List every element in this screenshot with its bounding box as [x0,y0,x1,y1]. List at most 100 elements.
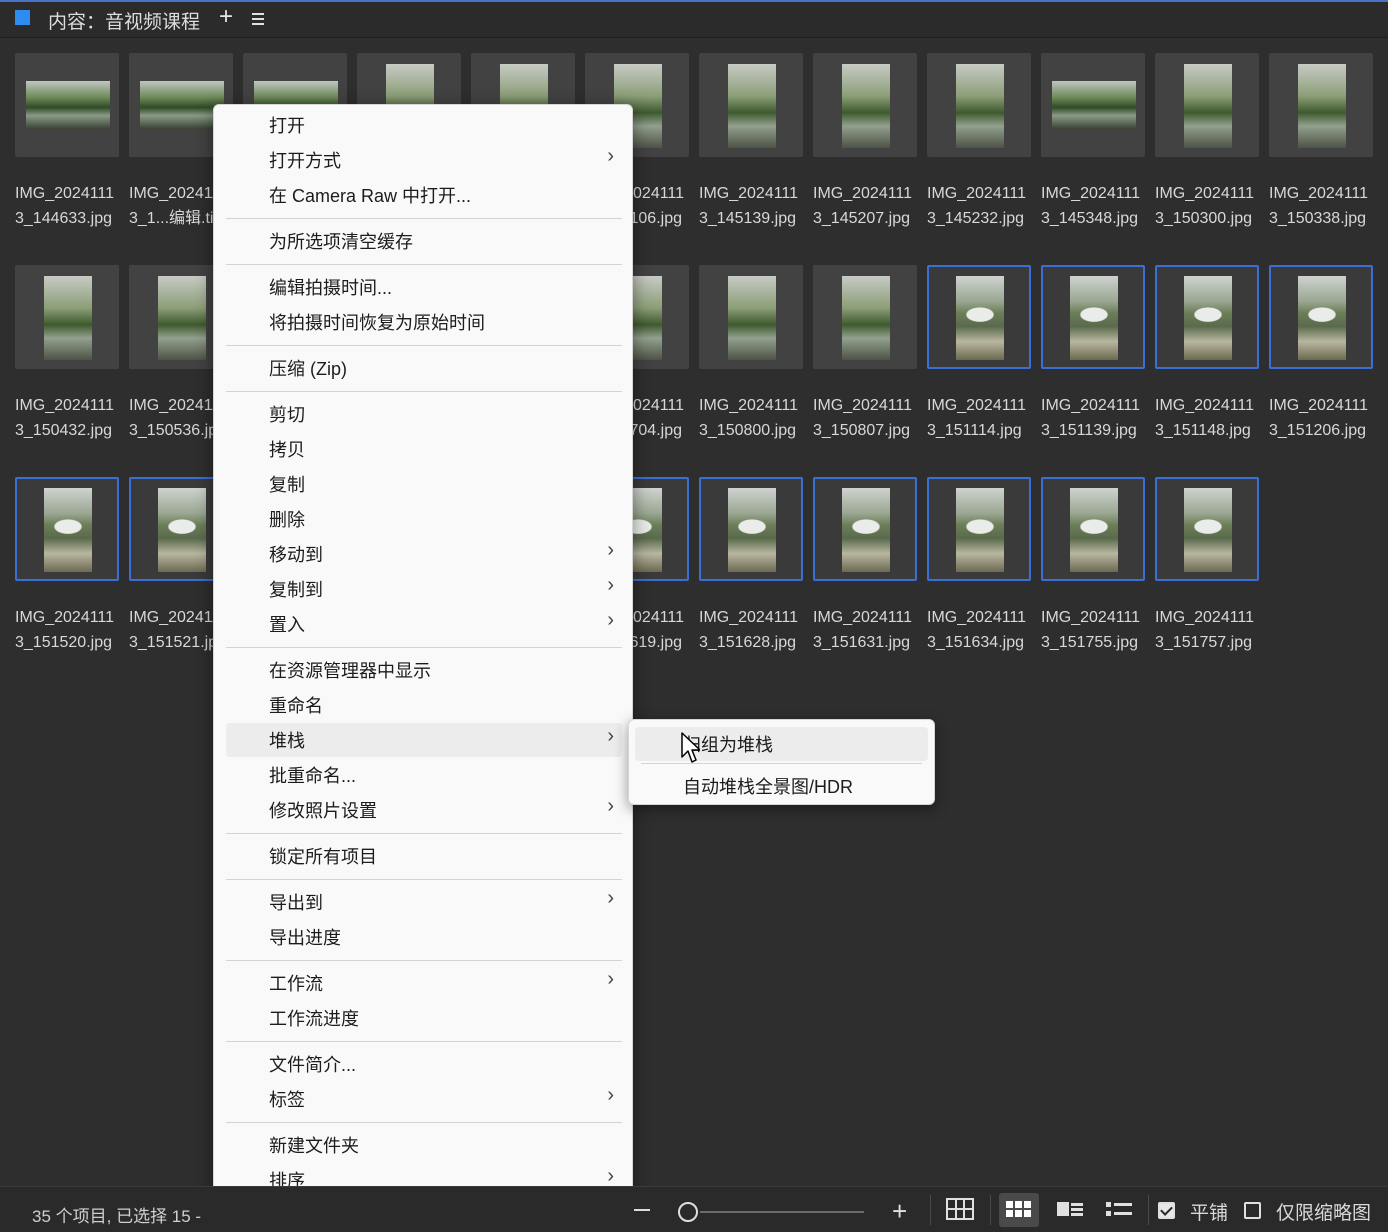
menu-item-label: 拷贝 [269,440,305,460]
file-name[interactable]: IMG_2024111 3_151634.jpg [927,605,1041,655]
thumbnail-frame[interactable] [927,477,1031,581]
context-menu-item[interactable]: 堆栈 › [226,723,622,757]
context-menu-item[interactable]: 工作流进度 [226,1001,622,1035]
file-name[interactable]: IMG_2024111 3_145207.jpg [813,181,927,231]
context-menu-item[interactable]: 拷贝 [226,432,622,466]
thumbnail-frame[interactable] [699,477,803,581]
file-name[interactable]: IMG_2024111 3_145232.jpg [927,181,1041,231]
thumbnail-frame[interactable] [1041,53,1145,157]
view-grid-lock-button[interactable] [940,1193,980,1227]
context-menu-item[interactable]: 为所选项清空缓存 [226,224,622,258]
thumbnails-only-checkbox[interactable] [1244,1202,1261,1219]
tile-checkbox[interactable] [1158,1202,1175,1219]
thumbnail-frame[interactable] [1269,53,1373,157]
thumbnail-frame[interactable] [699,53,803,157]
zoom-out-icon[interactable] [634,1209,650,1211]
context-menu-item[interactable]: 重命名 [226,688,622,722]
context-menu-item[interactable]: 编辑拍摄时间... [226,270,622,304]
panel-color-icon [15,10,30,25]
context-menu-item[interactable]: 在 Camera Raw 中打开... [226,178,622,212]
file-name-line: 3_151139.jpg [1041,422,1137,439]
thumbnail-frame[interactable] [1155,53,1259,157]
file-name[interactable]: IMG_2024111 3_151148.jpg [1155,393,1269,443]
thumbnail-frame[interactable] [15,477,119,581]
context-menu-item[interactable]: 打开方式 › [226,143,622,177]
panel-menu-icon[interactable] [252,13,264,25]
file-name[interactable]: IMG_2024111 3_145139.jpg [699,181,813,231]
file-name[interactable]: IMG_2024111 3_151139.jpg [1041,393,1155,443]
add-tab-button[interactable]: + [219,3,233,31]
context-menu-item[interactable]: 导出进度 [226,920,622,954]
context-menu-item[interactable]: 复制到 › [226,572,622,606]
content-panel-header: 内容：音视频课程 + [0,2,1388,38]
menu-item-group-as-stack[interactable]: 归组为堆栈 [635,727,928,761]
file-name[interactable]: IMG_2024111 3_151628.jpg [699,605,813,655]
context-menu-item[interactable]: 删除 [226,502,622,536]
context-menu: 打开 打开方式 › 在 Camera Raw 中打开... 为所选项清空缓存 编辑拍摄时间… [213,104,633,1232]
photo-thumbnail [842,488,890,572]
panel-title[interactable]: 内容：音视频课程 [48,7,200,34]
chevron-right-icon: › [607,795,614,817]
thumbnail-frame[interactable] [927,53,1031,157]
thumbnail-frame[interactable] [927,265,1031,369]
photo-thumbnail [158,488,206,572]
context-menu-item[interactable]: 工作流 › [226,966,622,1000]
context-menu-item[interactable]: 文件简介... [226,1047,622,1081]
file-name[interactable]: IMG_2024111 3_150300.jpg [1155,181,1269,231]
thumbnail-size-slider[interactable] [700,1211,864,1213]
menu-item-label: 批重命名... [269,766,357,786]
thumbnail-frame[interactable] [15,53,119,157]
menu-item-label: 标签 [269,1090,305,1110]
file-name[interactable]: IMG_2024111 3_150800.jpg [699,393,813,443]
context-menu-item[interactable]: 导出到 › [226,885,622,919]
file-name[interactable]: IMG_2024111 3_150432.jpg [15,393,129,443]
file-name-line: IMG_2024111 [1041,609,1141,626]
context-menu-item[interactable]: 复制 [226,467,622,501]
zoom-in-icon[interactable]: + [892,1196,907,1227]
context-menu-item[interactable]: 置入 › [226,607,622,641]
context-menu-item[interactable]: 剪切 [226,397,622,431]
context-menu-item[interactable]: 修改照片设置 › [226,793,622,827]
view-thumbnails-button[interactable] [999,1193,1039,1227]
file-name[interactable]: IMG_2024111 3_150338.jpg [1269,181,1383,231]
menu-item-auto-stack-panorama-hdr[interactable]: 自动堆栈全景图/HDR [635,769,928,803]
file-name[interactable]: IMG_2024111 3_151206.jpg [1269,393,1383,443]
thumbnail-frame[interactable] [1155,477,1259,581]
thumbnail-frame[interactable] [1041,477,1145,581]
view-list-button[interactable] [1099,1193,1139,1227]
context-menu-item[interactable]: 将拍摄时间恢复为原始时间 [226,305,622,339]
file-name[interactable]: IMG_2024111 3_151757.jpg [1155,605,1269,655]
context-menu-item[interactable]: 在资源管理器中显示 [226,653,622,687]
menu-item-label: 修改照片设置 [269,801,377,821]
menu-separator [226,218,622,219]
thumbnail-frame[interactable] [813,53,917,157]
file-name[interactable]: IMG_2024111 3_144633.jpg [15,181,129,231]
menu-item-label: 剪切 [269,405,305,425]
slider-thumb[interactable] [678,1202,698,1222]
thumbnail-frame[interactable] [1041,265,1145,369]
view-details-button[interactable] [1050,1193,1090,1227]
thumbnail-frame[interactable] [1155,265,1259,369]
photo-thumbnail [728,488,776,572]
context-menu-item[interactable]: 压缩 (Zip) [226,351,622,385]
context-menu-item[interactable]: 新建文件夹 [226,1128,622,1162]
stack-submenu: 归组为堆栈 自动堆栈全景图/HDR [628,719,935,805]
thumbnail-frame[interactable] [1269,265,1373,369]
file-name[interactable]: IMG_2024111 3_151520.jpg [15,605,129,655]
file-name[interactable]: IMG_2024111 3_145348.jpg [1041,181,1155,231]
thumbnail-frame[interactable] [813,477,917,581]
file-name[interactable]: IMG_2024111 3_151755.jpg [1041,605,1155,655]
file-name[interactable]: IMG_2024111 3_151114.jpg [927,393,1041,443]
menu-separator [226,879,622,880]
thumbnail-frame[interactable] [699,265,803,369]
context-menu-item[interactable]: 移动到 › [226,537,622,571]
file-name[interactable]: IMG_2024111 3_150807.jpg [813,393,927,443]
thumbnail-frame[interactable] [15,265,119,369]
context-menu-item[interactable]: 标签 › [226,1082,622,1116]
file-name-line: 3_151520.jpg [15,634,112,651]
thumbnail-frame[interactable] [813,265,917,369]
context-menu-item[interactable]: 打开 [226,108,622,142]
file-name[interactable]: IMG_2024111 3_151631.jpg [813,605,927,655]
context-menu-item[interactable]: 锁定所有项目 [226,839,622,873]
context-menu-item[interactable]: 批重命名... [226,758,622,792]
